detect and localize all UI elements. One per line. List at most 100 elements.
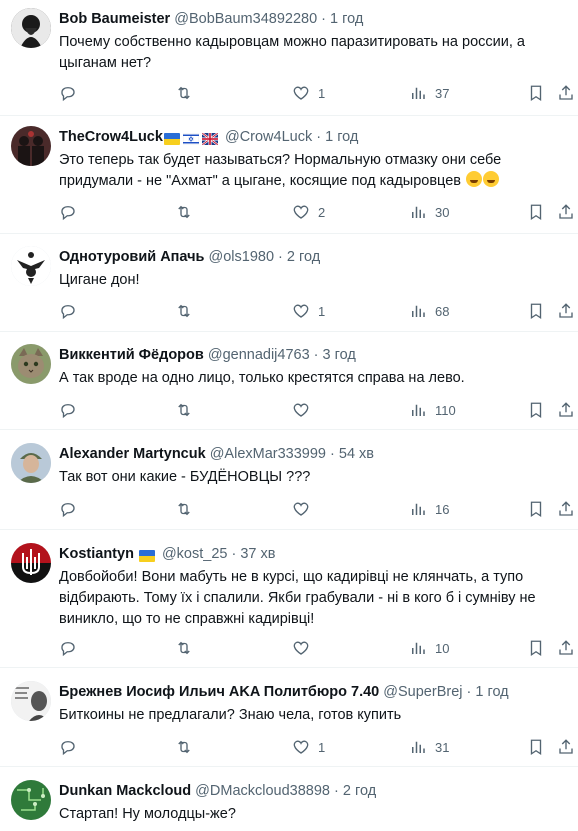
repost-icon <box>175 302 193 320</box>
share-button[interactable] <box>557 201 575 223</box>
display-name[interactable]: Однотуровий Апачь <box>59 249 204 265</box>
dark-figures-avatar-icon <box>11 126 51 166</box>
repost-button[interactable] <box>175 300 201 322</box>
tweet[interactable]: Bob Baumeister @BobBaum34892280 · 1 год … <box>0 0 578 116</box>
tweet[interactable]: Брежнев Иосиф Ильич AKA Политбюро 7.40 @… <box>0 669 578 767</box>
bookmark-button[interactable] <box>527 637 545 659</box>
like-button[interactable]: 1 <box>292 736 325 758</box>
timestamp[interactable]: 2 год <box>343 783 376 799</box>
user-handle[interactable]: @kost_25 <box>162 546 228 562</box>
tweet[interactable]: Alexander Martyncuk @AlexMar333999 · 54 … <box>0 431 578 530</box>
display-name[interactable]: Bob Baumeister <box>59 11 170 27</box>
display-name[interactable]: Брежнев Иосиф Ильич AKA Политбюро 7.40 <box>59 684 379 700</box>
user-handle[interactable]: @BobBaum34892280 <box>174 11 317 27</box>
views-button[interactable]: 31 <box>409 736 449 758</box>
views-button[interactable]: 110 <box>409 399 456 421</box>
like-button[interactable]: 2 <box>292 201 325 223</box>
share-button[interactable] <box>557 300 575 322</box>
reply-icon <box>59 302 77 320</box>
like-button[interactable] <box>292 637 318 659</box>
reply-button[interactable] <box>59 736 85 758</box>
tweet[interactable]: Виккентий Фёдоров @gennadij4763 · 3 год … <box>0 333 578 430</box>
bookmark-button[interactable] <box>527 300 545 322</box>
user-handle[interactable]: @gennadij4763 <box>208 347 310 363</box>
like-button[interactable]: 1 <box>292 300 325 322</box>
tweet-text: Цигане дон! <box>59 272 140 288</box>
reply-icon <box>59 500 77 518</box>
repost-button[interactable] <box>175 399 201 421</box>
avatar[interactable] <box>11 344 51 384</box>
reply-button[interactable] <box>59 300 85 322</box>
repost-button[interactable] <box>175 736 201 758</box>
like-button[interactable] <box>292 498 318 520</box>
views-button[interactable]: 16 <box>409 498 449 520</box>
timestamp[interactable]: 37 хв <box>240 546 275 562</box>
views-button[interactable]: 10 <box>409 637 449 659</box>
user-handle[interactable]: @SuperBrej <box>383 684 462 700</box>
ukraine-flag-icon <box>163 133 180 146</box>
bookmark-button[interactable] <box>527 498 545 520</box>
display-name[interactable]: Виккентий Фёдоров <box>59 347 204 363</box>
avatar[interactable] <box>11 543 51 583</box>
share-icon <box>557 738 575 756</box>
bookmark-button[interactable] <box>527 736 545 758</box>
reply-button[interactable] <box>59 201 85 223</box>
user-handle[interactable]: @AlexMar333999 <box>210 446 326 462</box>
view-count: 10 <box>435 640 450 656</box>
display-name[interactable]: Kostiantyn <box>59 546 134 562</box>
share-button[interactable] <box>557 637 575 659</box>
repost-button[interactable] <box>175 201 201 223</box>
reply-button[interactable] <box>59 82 85 104</box>
reply-button[interactable] <box>59 498 85 520</box>
share-button[interactable] <box>557 399 575 421</box>
bookmark-icon <box>527 500 545 518</box>
timestamp[interactable]: 1 год <box>325 129 358 145</box>
like-button[interactable] <box>292 399 318 421</box>
heart-icon <box>292 639 310 657</box>
share-button[interactable] <box>557 736 575 758</box>
views-chart-icon <box>409 738 427 756</box>
repost-button[interactable] <box>175 82 201 104</box>
avatar[interactable] <box>11 8 51 48</box>
timestamp[interactable]: 54 хв <box>339 446 374 462</box>
tweet[interactable]: TheCrow4Luck @Crow4Luck · 1 год Это тепе… <box>0 117 578 234</box>
views-button[interactable]: 37 <box>409 82 449 104</box>
display-name[interactable]: TheCrow4Luck <box>59 129 163 145</box>
bookmark-button[interactable] <box>527 82 545 104</box>
display-name[interactable]: Alexander Martyncuk <box>59 446 206 462</box>
avatar[interactable] <box>11 246 51 286</box>
views-button[interactable]: 30 <box>409 201 449 223</box>
reply-button[interactable] <box>59 637 85 659</box>
soldier-photo-avatar-icon <box>11 443 51 483</box>
tweet[interactable]: Однотуровий Апачь @ols1980 · 2 год Циган… <box>0 235 578 332</box>
repost-button[interactable] <box>175 637 201 659</box>
display-name[interactable]: Dunkan Mackcloud <box>59 783 191 799</box>
reply-button[interactable] <box>59 399 85 421</box>
tweet[interactable]: Dunkan Mackcloud @DMackcloud38898 · 2 го… <box>0 768 578 831</box>
share-button[interactable] <box>557 498 575 520</box>
avatar[interactable] <box>11 126 51 166</box>
avatar[interactable] <box>11 681 51 721</box>
timestamp[interactable]: 1 год <box>330 11 363 27</box>
share-button[interactable] <box>557 82 575 104</box>
views-button[interactable]: 68 <box>409 300 449 322</box>
rolling-laughing-emoji <box>483 171 499 187</box>
like-button[interactable]: 1 <box>292 82 325 104</box>
tweet[interactable]: Kostiantyn @kost_25 · 37 хв Довбойоби! В… <box>0 531 578 668</box>
user-handle[interactable]: @Crow4Luck <box>225 129 312 145</box>
user-handle[interactable]: @ols1980 <box>209 249 275 265</box>
user-handle[interactable]: @DMackcloud38898 <box>195 783 330 799</box>
avatar[interactable] <box>11 780 51 820</box>
avatar[interactable] <box>11 443 51 483</box>
timestamp[interactable]: 1 год <box>475 684 508 700</box>
repost-button[interactable] <box>175 498 201 520</box>
israel-flag-icon <box>182 133 199 146</box>
separator-dot: · <box>309 347 323 363</box>
bookmark-button[interactable] <box>527 201 545 223</box>
timestamp[interactable]: 3 год <box>323 347 356 363</box>
heart-icon <box>292 401 310 419</box>
tweet-header: Bob Baumeister @BobBaum34892280 · 1 год <box>59 9 570 29</box>
bookmark-button[interactable] <box>527 399 545 421</box>
timestamp[interactable]: 2 год <box>287 249 320 265</box>
action-bar: 16 <box>59 498 573 520</box>
